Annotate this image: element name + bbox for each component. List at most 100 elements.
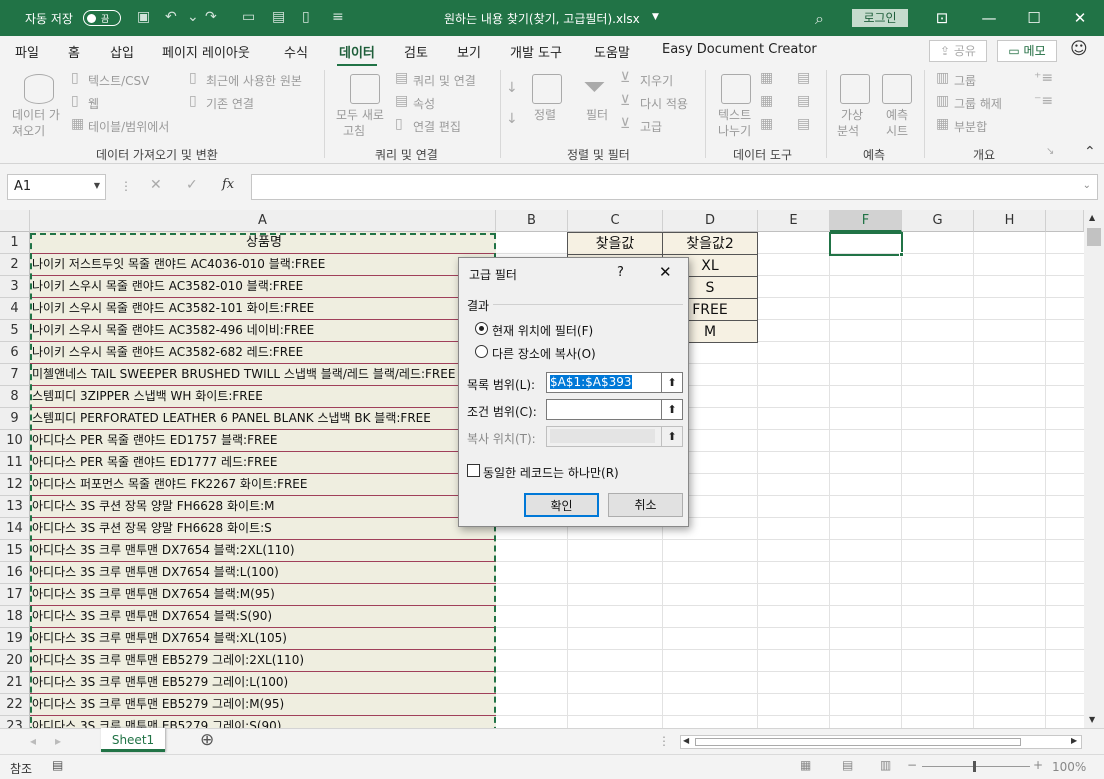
radio-copy-to-label[interactable]: 다른 장소에 복사(O) xyxy=(492,345,596,362)
maximize-icon[interactable]: ☐ xyxy=(1022,6,1046,30)
page-break-view-icon[interactable]: ▥ xyxy=(880,758,891,772)
clear-button[interactable]: 지우기 xyxy=(640,72,673,89)
edit-links-button[interactable]: 연결 편집 xyxy=(413,118,461,135)
from-table-button[interactable]: 테이블/범위에서 xyxy=(88,118,169,135)
unique-records-label[interactable]: 동일한 레코드는 하나만(R) xyxy=(483,464,619,481)
insert-function-icon[interactable]: fx xyxy=(222,177,234,192)
formula-input[interactable]: ⌄ xyxy=(251,174,1098,200)
web-button[interactable]: 웹 xyxy=(88,95,99,112)
row-header[interactable]: 17 xyxy=(0,584,30,606)
row-header[interactable]: 11 xyxy=(0,452,30,474)
enter-icon[interactable]: ✓ xyxy=(186,177,198,193)
ribbon-display-icon[interactable]: ⊡ xyxy=(930,6,954,30)
row-header[interactable]: 12 xyxy=(0,474,30,496)
autosave-toggle[interactable]: 끔 xyxy=(83,10,121,26)
text-to-columns-line2[interactable]: 나누기 xyxy=(718,122,751,139)
zoom-in-icon[interactable]: + xyxy=(1033,758,1043,772)
radio-filter-in-place[interactable] xyxy=(475,322,488,335)
recent-sources-button[interactable]: 최근에 사용한 원본 xyxy=(206,72,302,89)
row-header[interactable]: 6 xyxy=(0,342,30,364)
properties-button[interactable]: 속성 xyxy=(413,95,435,112)
save-icon[interactable]: ▣ xyxy=(137,9,150,25)
tab-home[interactable]: 홈 xyxy=(68,42,80,61)
undo-icon[interactable]: ↶ xyxy=(165,9,177,25)
row-header[interactable]: 14 xyxy=(0,518,30,540)
customize-toolbar-icon[interactable]: ≡ xyxy=(332,9,344,25)
tab-data[interactable]: 데이터 xyxy=(337,42,377,67)
tab-formulas[interactable]: 수식 xyxy=(284,42,308,61)
queries-connections-button[interactable]: 쿼리 및 연결 xyxy=(413,72,476,89)
copy-to-collapse-icon[interactable]: ⬆ xyxy=(661,426,683,447)
sort-button[interactable]: 정렬 xyxy=(534,106,556,123)
whatif-line1[interactable]: 가상 xyxy=(841,106,863,123)
radio-copy-to[interactable] xyxy=(475,345,488,358)
sheet-tab-sheet1[interactable]: Sheet1 xyxy=(101,728,165,752)
macro-record-icon[interactable]: ▤ xyxy=(52,758,63,772)
help-button[interactable]: ? xyxy=(617,265,624,280)
form-icon[interactable]: ▤ xyxy=(272,9,285,25)
zoom-slider-thumb[interactable] xyxy=(973,761,976,772)
minimize-icon[interactable]: — xyxy=(977,6,1001,30)
tab-page-layout[interactable]: 페이지 레이아웃 xyxy=(162,42,250,61)
flash-fill-icon[interactable]: ▦ xyxy=(760,70,773,86)
outline-launcher-icon[interactable]: ↘ xyxy=(1046,146,1054,157)
show-detail-icon[interactable]: ⁺≡ xyxy=(1034,70,1053,86)
row-header[interactable]: 20 xyxy=(0,650,30,672)
screen-icon[interactable]: ▭ xyxy=(242,9,255,25)
whatif-line2[interactable]: 분석 xyxy=(837,122,859,139)
existing-connections-button[interactable]: 기존 연결 xyxy=(206,95,254,112)
row-header[interactable]: 2 xyxy=(0,254,30,276)
sort-za-icon[interactable]: ↓ xyxy=(506,111,518,127)
tab-insert[interactable]: 삽입 xyxy=(110,42,134,61)
row-header[interactable]: 3 xyxy=(0,276,30,298)
row-header[interactable]: 16 xyxy=(0,562,30,584)
text-to-columns-line1[interactable]: 텍스트 xyxy=(718,106,751,123)
normal-view-icon[interactable]: ▦ xyxy=(800,758,811,772)
row-header[interactable]: 9 xyxy=(0,408,30,430)
tab-view[interactable]: 보기 xyxy=(457,42,481,61)
criteria-header-c1[interactable]: 찾을값 xyxy=(567,232,663,255)
consolidate-icon[interactable]: ▤ xyxy=(797,70,810,86)
new-doc-icon[interactable]: ▯ xyxy=(302,9,310,25)
undo-dropdown-icon[interactable]: ⌄ xyxy=(187,9,199,25)
row-header[interactable]: 21 xyxy=(0,672,30,694)
criteria-range-field[interactable] xyxy=(546,399,662,420)
column-header-i[interactable] xyxy=(1046,210,1084,232)
radio-filter-in-place-label[interactable]: 현재 위치에 필터(F) xyxy=(492,322,593,339)
get-data-line1[interactable]: 데이터 가 xyxy=(12,106,60,123)
next-sheet-icon[interactable]: ▸ xyxy=(55,734,61,748)
reapply-button[interactable]: 다시 적용 xyxy=(640,95,688,112)
tab-file[interactable]: 파일 xyxy=(15,42,39,61)
group-button[interactable]: 그룹 xyxy=(954,72,976,89)
hide-detail-icon[interactable]: ⁻≡ xyxy=(1034,93,1053,109)
sort-az-icon[interactable]: ↓ xyxy=(506,80,518,96)
zoom-out-icon[interactable]: − xyxy=(907,758,917,772)
row-header[interactable]: 18 xyxy=(0,606,30,628)
tab-easy-document-creator[interactable]: Easy Document Creator xyxy=(662,42,817,57)
cancel-button[interactable]: 취소 xyxy=(608,493,683,517)
smiley-icon[interactable]: ☺ xyxy=(1070,39,1088,59)
collapse-ribbon-icon[interactable]: ⌃ xyxy=(1084,144,1096,160)
search-icon[interactable]: ⌕ xyxy=(815,9,824,29)
column-header-f[interactable]: F xyxy=(830,210,902,232)
row-header[interactable]: 23 xyxy=(0,716,30,728)
row-header[interactable]: 22 xyxy=(0,694,30,716)
refresh-all-line2[interactable]: 고침 xyxy=(343,122,365,139)
name-box[interactable]: A1 ▼ xyxy=(7,174,106,200)
criteria-header-d1[interactable]: 찾을값2 xyxy=(662,232,758,255)
tab-help[interactable]: 도움말 xyxy=(594,42,630,61)
column-header-d[interactable]: D xyxy=(663,210,758,232)
criteria-range-collapse-icon[interactable]: ⬆ xyxy=(661,399,683,420)
forecast-line1[interactable]: 예측 xyxy=(886,106,908,123)
horizontal-scrollbar[interactable]: ◀ ▶ xyxy=(680,735,1082,749)
scroll-up-icon[interactable]: ▲ xyxy=(1089,213,1095,222)
fill-handle[interactable] xyxy=(899,252,904,257)
ok-button[interactable]: 확인 xyxy=(524,493,599,517)
column-header-c[interactable]: C xyxy=(568,210,663,232)
name-box-dropdown-icon[interactable]: ▼ xyxy=(94,181,100,190)
get-data-line2[interactable]: 져오기 xyxy=(12,122,45,139)
active-cell[interactable] xyxy=(829,232,903,256)
ungroup-button[interactable]: 그룹 해제 xyxy=(954,95,1002,112)
row-header[interactable]: 10 xyxy=(0,430,30,452)
row-header[interactable]: 8 xyxy=(0,386,30,408)
